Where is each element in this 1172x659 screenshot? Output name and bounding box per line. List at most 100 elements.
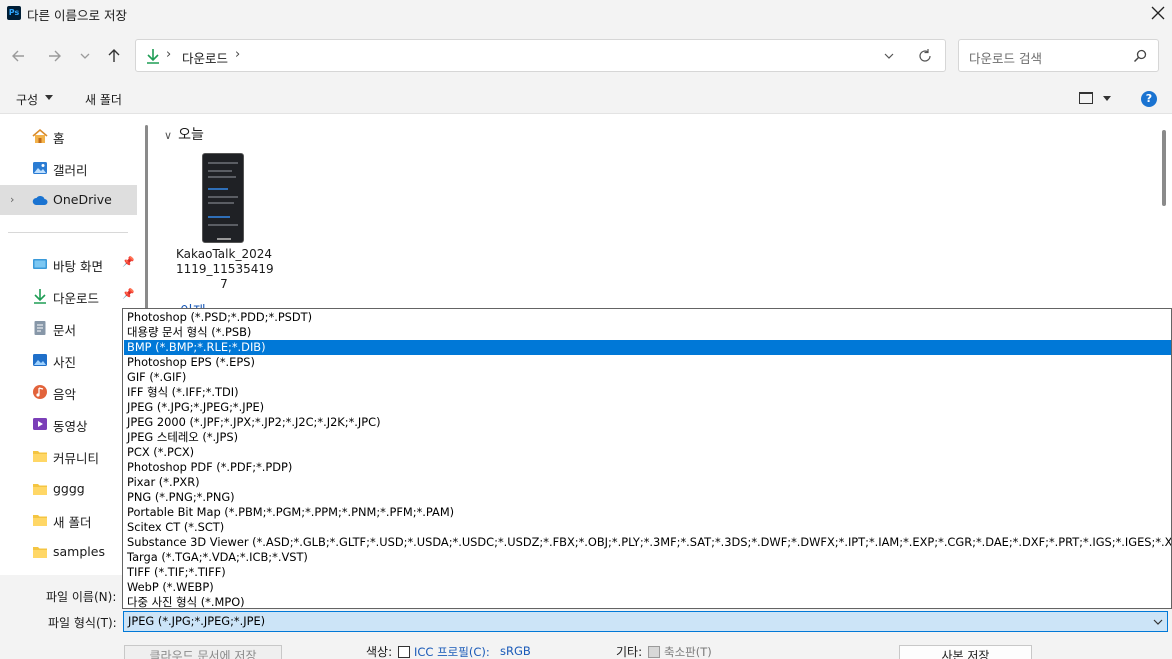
icc-profile-value: sRGB (500, 644, 531, 658)
organize-button[interactable]: 구성 (16, 91, 38, 108)
save-to-cloud-button[interactable]: 클라우드 문서에 저장 (124, 645, 282, 659)
view-mode-caret-icon[interactable] (1103, 96, 1111, 101)
sidebar-item-community[interactable]: 커뮤니티 (0, 441, 137, 471)
folder-icon (33, 451, 47, 462)
sidebar-item-label: 홈 (53, 131, 65, 146)
cloud-icon (32, 195, 48, 205)
filetype-option[interactable]: BMP (*.BMP;*.RLE;*.DIB) (124, 340, 1171, 355)
address-bar[interactable]: › 다운로드 › (135, 39, 946, 72)
photoshop-app-icon: Ps (7, 6, 21, 20)
command-bar: 구성 새 폴더 ? (0, 84, 1172, 114)
filetype-option[interactable]: JPEG 2000 (*.JPF;*.JPX;*.JP2;*.J2C;*.J2K… (124, 415, 1171, 430)
filetype-option[interactable]: Photoshop EPS (*.EPS) (124, 355, 1171, 370)
folder-icon (33, 547, 47, 558)
icc-profile-checkbox[interactable] (398, 646, 410, 658)
refresh-icon[interactable] (917, 48, 933, 64)
collapse-chevron-icon[interactable]: ∨ (164, 129, 172, 142)
address-history-chevron-icon[interactable] (882, 49, 896, 63)
filetype-option[interactable]: 다중 사진 형식 (*.MPO) (124, 595, 1171, 608)
filetype-dropdown-list: Photoshop (*.PSD;*.PDD;*.PSDT) 대용량 문서 형식 … (122, 308, 1172, 609)
filetype-select[interactable]: JPEG (*.JPG;*.JPEG;*.JPE) (123, 611, 1168, 632)
breadcrumb-separator: › (166, 47, 172, 62)
new-folder-button[interactable]: 새 폴더 (85, 91, 122, 108)
view-mode-icon[interactable] (1079, 92, 1093, 104)
filetype-option[interactable]: Targa (*.TGA;*.VDA;*.ICB;*.VST) (124, 550, 1171, 565)
organize-caret-icon[interactable] (45, 95, 53, 100)
sidebar-item-label: 새 폴더 (53, 515, 92, 530)
search-box[interactable]: 다운로드 검색 (958, 39, 1159, 72)
back-arrow-icon[interactable] (8, 45, 30, 67)
home-icon (32, 128, 48, 143)
filetype-option[interactable]: JPEG (*.JPG;*.JPEG;*.JPE) (124, 400, 1171, 415)
filetype-option[interactable]: GIF (*.GIF) (124, 370, 1171, 385)
sidebar-item-label: 커뮤니티 (53, 451, 100, 466)
filename-label: 파일 이름(N): (46, 590, 117, 604)
filetype-option[interactable]: Scitex CT (*.SCT) (124, 520, 1171, 535)
file-thumbnail[interactable] (202, 153, 244, 243)
filetype-option[interactable]: IFF 형식 (*.IFF;*.TDI) (124, 385, 1171, 400)
filetype-option[interactable]: TIFF (*.TIF;*.TIFF) (124, 565, 1171, 580)
help-icon[interactable]: ? (1141, 91, 1157, 107)
sidebar-item-label: 다운로드 (53, 291, 100, 306)
sidebar-item-onedrive[interactable]: › OneDrive (0, 185, 137, 215)
folder-icon (33, 484, 47, 495)
save-copy-button[interactable]: 사본 저장 (899, 645, 1032, 659)
sidebar-item-music[interactable]: 음악 (0, 377, 137, 407)
chevron-down-icon[interactable] (1152, 616, 1164, 628)
sidebar-item-new-folder[interactable]: 새 폴더 (0, 505, 137, 535)
up-arrow-icon[interactable] (103, 45, 125, 67)
filetype-option[interactable]: Substance 3D Viewer (*.ASD;*.GLB;*.GLTF;… (124, 535, 1171, 550)
filetype-option[interactable]: Portable Bit Map (*.PBM;*.PGM;*.PPM;*.PN… (124, 505, 1171, 520)
group-label: 오늘 (178, 127, 204, 143)
sidebar-item-gggg[interactable]: gggg (0, 474, 137, 504)
sidebar-item-videos[interactable]: 동영상 (0, 409, 137, 439)
sidebar-item-desktop[interactable]: 바탕 화면 📌 (0, 249, 137, 279)
filetype-option[interactable]: 대용량 문서 형식 (*.PSB) (124, 325, 1171, 340)
search-placeholder: 다운로드 검색 (969, 51, 1042, 66)
group-header-today[interactable]: ∨ 오늘 (164, 124, 204, 144)
filetype-option[interactable]: PNG (*.PNG;*.PNG) (124, 490, 1171, 505)
filetype-option[interactable]: WebP (*.WEBP) (124, 580, 1171, 595)
sidebar-item-label: 사진 (53, 355, 77, 370)
window-title: 다른 이름으로 저장 (27, 8, 127, 23)
sidebar-item-gallery[interactable]: 갤러리 (0, 153, 137, 183)
filetype-option[interactable]: Photoshop PDF (*.PDF;*.PDP) (124, 460, 1171, 475)
download-icon (34, 289, 46, 304)
icc-profile-label[interactable]: ICC 프로필(C): (414, 644, 490, 659)
filetype-option[interactable]: Pixar (*.PXR) (124, 475, 1171, 490)
thumbnail-label: 축소판(T) (664, 645, 712, 659)
filetype-option[interactable]: JPEG 스테레오 (*.JPS) (124, 430, 1171, 445)
thumbnail-checkbox[interactable] (648, 646, 660, 658)
file-list-scrollbar[interactable] (1162, 130, 1166, 206)
sidebar-item-label: 동영상 (53, 419, 88, 434)
pictures-icon (33, 354, 47, 366)
title-bar: Ps 다른 이름으로 저장 (0, 0, 1172, 28)
sidebar-item-label: 문서 (53, 323, 77, 338)
breadcrumb-downloads[interactable]: 다운로드 (182, 48, 228, 67)
recent-locations-chevron-icon[interactable] (74, 45, 96, 67)
video-icon (33, 418, 47, 430)
forward-arrow-icon[interactable] (43, 45, 65, 67)
sidebar-item-downloads[interactable]: 다운로드 📌 (0, 281, 137, 311)
pin-icon[interactable]: 📌 (122, 289, 134, 301)
sidebar-item-home[interactable]: 홈 (0, 121, 137, 151)
close-icon[interactable] (1146, 1, 1170, 25)
navigation-bar: › 다운로드 › 다운로드 검색 (0, 28, 1172, 84)
sidebar-item-samples[interactable]: samples (0, 537, 137, 567)
file-list: ∨오늘 KakaoTalk_2024 1119_11535419 7 이제 (156, 115, 1172, 320)
breadcrumb-separator[interactable]: › (235, 47, 240, 62)
color-label: 색상: (366, 645, 393, 659)
sidebar-item-documents[interactable]: 문서 (0, 313, 137, 343)
sidebar-item-pictures[interactable]: 사진 (0, 345, 137, 375)
filetype-value: JPEG (*.JPG;*.JPEG;*.JPE) (128, 614, 266, 628)
search-icon[interactable] (1133, 49, 1147, 63)
filetype-option[interactable]: Photoshop (*.PSD;*.PDD;*.PSDT) (124, 310, 1171, 325)
expand-chevron-icon[interactable]: › (10, 193, 14, 206)
pin-icon[interactable]: 📌 (122, 257, 134, 269)
gallery-icon (33, 162, 47, 174)
sidebar-item-label: gggg (53, 481, 85, 496)
file-name[interactable]: KakaoTalk_2024 1119_11535419 7 (176, 247, 274, 292)
sidebar-item-label: 바탕 화면 (53, 259, 103, 274)
filetype-option[interactable]: PCX (*.PCX) (124, 445, 1171, 460)
sidebar-scrollbar[interactable] (145, 125, 148, 315)
